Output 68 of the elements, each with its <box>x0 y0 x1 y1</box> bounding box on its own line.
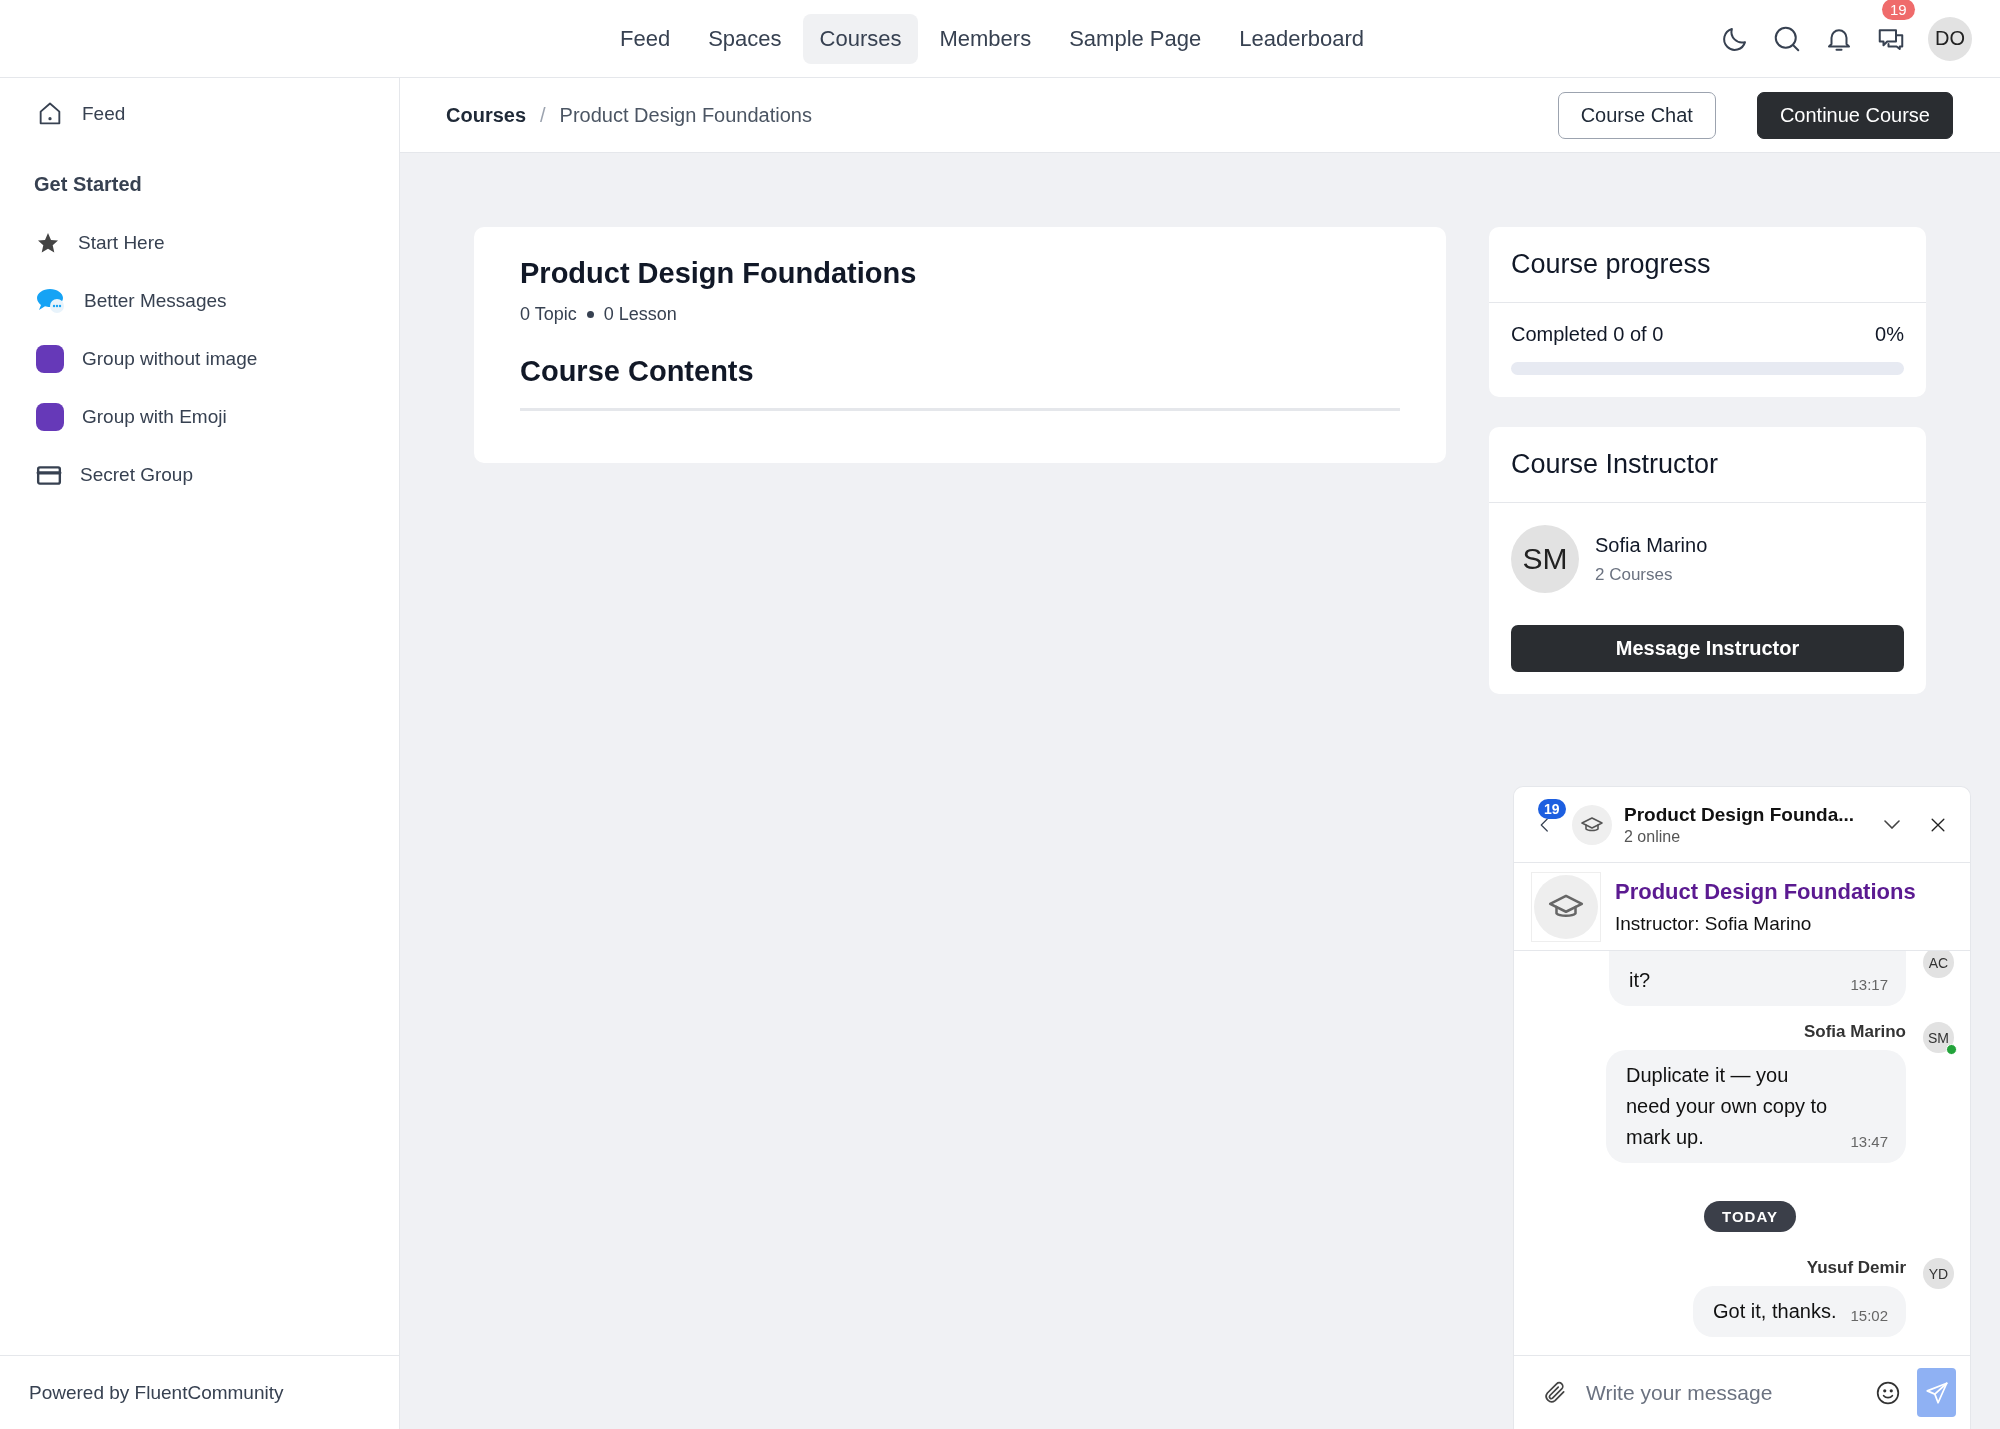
group-avatar-icon <box>36 403 64 431</box>
instructor-avatar: SM <box>1511 525 1579 593</box>
online-dot <box>1946 1044 1957 1055</box>
sidebar-label: Better Messages <box>84 290 227 312</box>
sidebar-label: Feed <box>82 103 126 125</box>
star-icon <box>36 231 60 255</box>
sidebar-label: Group without image <box>82 348 258 370</box>
group-avatar-icon <box>36 345 64 373</box>
send-icon <box>1923 1379 1950 1406</box>
sender-name: Yusuf Demir <box>1806 1258 1906 1278</box>
nav-tab[interactable]: Leaderboard <box>1222 14 1382 64</box>
sidebar-label: Start Here <box>78 232 165 254</box>
breadcrumb-link[interactable]: Courses <box>446 103 527 127</box>
chat-course-title[interactable]: Product Design Foundations <box>1615 878 1916 905</box>
card-title: Course Instructor <box>1489 427 1926 503</box>
sidebar-label: Group with Emoji <box>82 406 227 428</box>
unread-badge: 19 <box>1538 798 1566 819</box>
nav-tab[interactable]: Sample Page <box>1052 14 1219 64</box>
breadcrumb-separator: / <box>540 103 546 127</box>
message-text: Got it, thanks. <box>1713 1299 1837 1324</box>
chat-title: Product Design Founda... <box>1624 803 1856 826</box>
sender-avatar: SM <box>1923 1022 1954 1053</box>
message-time: 13:17 <box>1850 974 1888 995</box>
emoji-button[interactable] <box>1875 1379 1901 1406</box>
message-instructor-button[interactable]: Message Instructor <box>1511 625 1904 672</box>
nav-tab[interactable]: Members <box>922 14 1049 64</box>
progress-percent: 0% <box>1875 323 1904 346</box>
chat-instructor: Instructor: Sofia Marino <box>1615 912 1813 935</box>
course-title: Product Design Foundations <box>520 257 918 290</box>
section-heading: Get Started <box>33 172 143 197</box>
user-avatar[interactable]: DO <box>1928 16 1972 61</box>
chevron-down-icon <box>1884 820 1900 829</box>
notification-badge: 19 <box>1882 0 1915 20</box>
lesson-count: 0 Lesson <box>603 304 677 325</box>
message-field[interactable]: Write your message <box>1584 1379 1859 1406</box>
nav-tab[interactable]: Courses <box>802 14 919 64</box>
topic-count: 0 Topic <box>520 304 577 325</box>
outline-button[interactable]: Course Chat <box>1557 91 1716 139</box>
message-text: it? <box>1629 968 1651 993</box>
progress-label: Completed 0 of 0 <box>1511 323 1664 346</box>
course-count: 2 Courses <box>1595 564 1674 585</box>
sidebar-item[interactable]: Group with Emoji <box>0 388 399 446</box>
date-divider: TODAY <box>1704 1201 1796 1232</box>
breadcrumb-current: Product Design Foundations <box>559 103 812 127</box>
sidebar-item[interactable]: Secret Group <box>0 446 399 504</box>
message-text: Duplicate it — you need your own copy to mark up. <box>1626 1063 1829 1150</box>
sender-name: Sofia Marino <box>1804 1022 1906 1042</box>
chat-bubble-icon <box>36 287 66 315</box>
bullet-dot <box>586 311 594 318</box>
footer-text: Powered by FluentCommunity <box>0 1355 399 1429</box>
message-time: 13:47 <box>1850 1131 1888 1152</box>
primary-button[interactable]: Continue Course <box>1756 91 1953 139</box>
section-heading: Course Contents <box>520 355 755 388</box>
sidebar-item[interactable]: Start Here <box>0 214 399 272</box>
sender-avatar: YD <box>1923 1258 1954 1289</box>
instructor-name: Sofia Marino <box>1595 533 1708 557</box>
sender-avatar: AC <box>1923 951 1954 978</box>
message-time: 15:02 <box>1850 1305 1888 1326</box>
collapse-button[interactable] <box>1884 820 1900 829</box>
smiley-icon <box>1875 1379 1901 1406</box>
sidebar-item[interactable]: Group without image <box>0 330 399 388</box>
card-title: Course progress <box>1489 227 1926 303</box>
nav-tab[interactable]: Spaces <box>691 14 799 64</box>
sidebar-label: Secret Group <box>80 464 193 486</box>
online-count: 2 online <box>1624 827 1682 846</box>
sidebar-item[interactable]: Feed <box>0 85 399 143</box>
sidebar-item[interactable]: Better Messages <box>0 272 399 330</box>
nav-tab[interactable]: Feed <box>603 14 688 64</box>
